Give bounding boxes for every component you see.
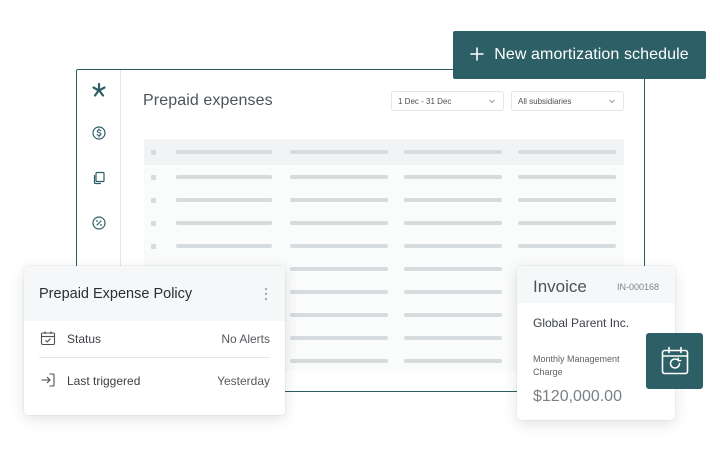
invoice-description: Monthly Management Charge xyxy=(533,354,620,377)
last-triggered-value: Yesterday xyxy=(217,374,270,388)
header-cell-placeholder xyxy=(176,150,272,154)
invoice-company: Global Parent Inc. xyxy=(533,316,630,330)
header-cell-placeholder xyxy=(404,150,502,154)
chevron-down-icon xyxy=(489,99,495,104)
invoice-title: Invoice xyxy=(533,277,587,296)
status-label: Status xyxy=(67,332,102,346)
dollar-circle-icon[interactable] xyxy=(89,123,109,143)
sign-in-icon xyxy=(40,372,56,388)
percent-circle-icon[interactable] xyxy=(89,213,109,233)
invoice-amount: $120,000.00 xyxy=(533,388,622,405)
header-cell-placeholder xyxy=(518,150,616,154)
header-checkbox[interactable] xyxy=(151,150,156,155)
table-header xyxy=(144,139,624,165)
calendar-refresh-icon xyxy=(661,346,688,375)
last-triggered-label: Last triggered xyxy=(67,374,141,388)
subsidiary-value: All subsidiaries xyxy=(518,96,572,106)
new-amortization-schedule-button[interactable]: New amortization schedule xyxy=(453,31,706,79)
divider xyxy=(39,357,270,358)
cta-label: New amortization schedule xyxy=(494,46,689,63)
more-options-icon[interactable] xyxy=(264,287,268,301)
page-title: Prepaid expenses xyxy=(143,92,273,109)
subsidiary-select[interactable]: All subsidiaries xyxy=(511,91,624,111)
policy-title: Prepaid Expense Policy xyxy=(39,286,193,302)
status-value: No Alerts xyxy=(221,332,270,346)
policy-card: Prepaid Expense Policy Status No Alerts … xyxy=(24,266,285,415)
header-cell-placeholder xyxy=(290,150,388,154)
date-range-value: 1 Dec - 31 Dec xyxy=(398,96,452,106)
chevron-down-icon xyxy=(609,99,615,104)
copy-icon[interactable] xyxy=(89,168,109,188)
invoice-id: IN-000168 xyxy=(616,282,659,292)
date-range-select[interactable]: 1 Dec - 31 Dec xyxy=(391,91,504,111)
calendar-check-icon xyxy=(40,330,56,346)
asterisk-logo-icon[interactable] xyxy=(89,80,109,100)
calendar-refresh-button[interactable] xyxy=(646,333,703,389)
plus-icon xyxy=(470,45,485,65)
